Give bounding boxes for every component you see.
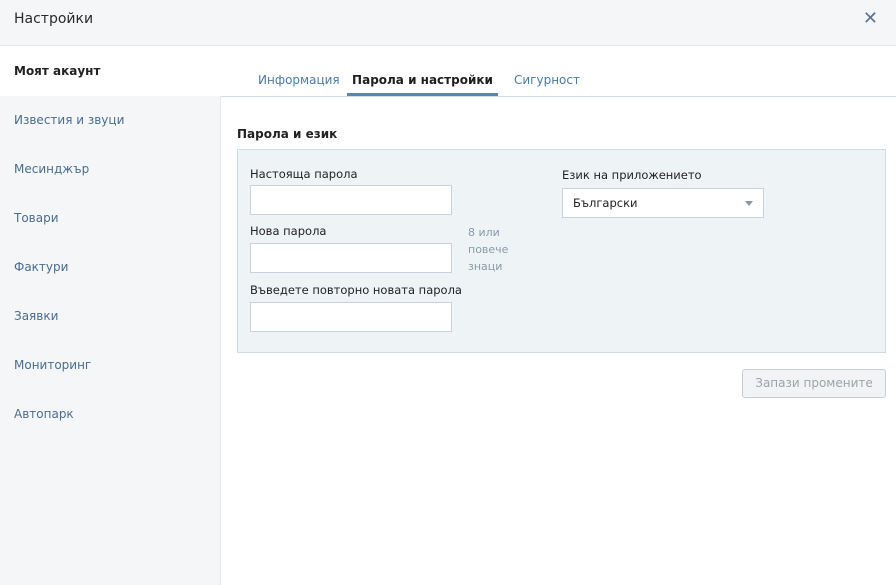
sidebar-item-fleet[interactable]: Автопарк — [0, 390, 220, 439]
tab-bar: Информация Парола и настройки Сигурност — [221, 47, 896, 97]
main-content: Информация Парола и настройки Сигурност … — [221, 47, 896, 585]
password-language-panel: Настояща парола Нова парола 8 или повече… — [237, 149, 886, 353]
tab-security[interactable]: Сигурност — [514, 73, 580, 87]
sidebar-item-monitoring[interactable]: Мониторинг — [0, 341, 220, 390]
tab-password-settings[interactable]: Парола и настройки — [347, 73, 498, 96]
sidebar-item-messenger[interactable]: Месинджър — [0, 145, 220, 194]
save-changes-button[interactable]: Запази промените — [742, 369, 886, 398]
sidebar: Моят акаунт Известия и звуци Месинджър Т… — [0, 47, 221, 585]
repeat-password-label: Въведете повторно новата парола — [250, 283, 462, 297]
close-icon[interactable]: ✕ — [863, 8, 878, 29]
language-selected-value: Български — [573, 196, 638, 210]
tab-information[interactable]: Информация — [258, 73, 340, 87]
chevron-down-icon — [745, 201, 753, 206]
dialog-header: Настройки ✕ — [0, 0, 896, 46]
current-password-input[interactable] — [250, 185, 452, 215]
section-title: Парола и език — [237, 127, 338, 141]
dialog-title: Настройки — [14, 11, 94, 27]
language-label: Език на приложението — [562, 168, 702, 182]
sidebar-item-loads[interactable]: Товари — [0, 194, 220, 243]
new-password-label: Нова парола — [250, 224, 327, 238]
active-tab-indicator — [347, 93, 498, 96]
sidebar-item-invoices[interactable]: Фактури — [0, 243, 220, 292]
sidebar-item-my-account[interactable]: Моят акаунт — [0, 47, 221, 96]
sidebar-item-requests[interactable]: Заявки — [0, 292, 220, 341]
repeat-password-input[interactable] — [250, 302, 452, 332]
sidebar-item-notifications[interactable]: Известия и звуци — [0, 96, 220, 145]
password-hint: 8 или повече знаци — [468, 226, 509, 273]
language-select[interactable]: Български — [562, 188, 764, 218]
tab-password-settings-label: Парола и настройки — [352, 73, 493, 87]
new-password-input[interactable] — [250, 243, 452, 273]
current-password-label: Настояща парола — [250, 167, 358, 181]
